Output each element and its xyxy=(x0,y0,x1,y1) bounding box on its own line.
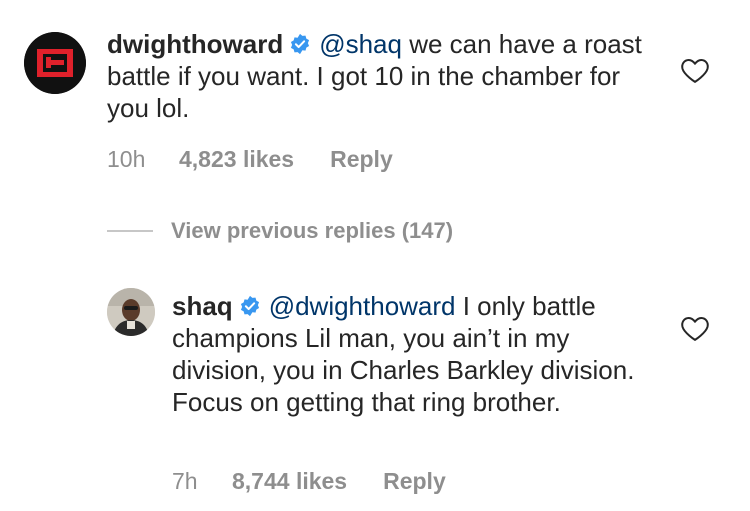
reply-button[interactable]: Reply xyxy=(330,146,393,173)
likes-count[interactable]: 8,744 likes xyxy=(232,468,347,495)
comment-text: shaq @dwighthoward I only battle champion… xyxy=(172,290,652,418)
avatar-shaq[interactable] xyxy=(107,288,155,336)
shaq-photo-icon xyxy=(107,288,155,336)
mention-link[interactable]: @shaq xyxy=(319,29,402,59)
likes-count[interactable]: 4,823 likes xyxy=(179,146,294,173)
comment-text: dwighthoward @shaq we can have a roast ba… xyxy=(107,28,667,124)
timestamp: 7h xyxy=(172,468,198,494)
timestamp: 10h xyxy=(107,146,146,172)
heart-outline-icon[interactable] xyxy=(680,314,710,342)
verified-badge-icon xyxy=(291,33,310,55)
username[interactable]: shaq xyxy=(172,291,233,321)
username[interactable]: dwighthoward xyxy=(107,29,283,59)
mention-link[interactable]: @dwighthoward xyxy=(269,291,456,321)
comment-meta: 7h 8,744 likes Reply xyxy=(172,468,446,495)
view-previous-replies-button[interactable]: View previous replies (147) xyxy=(107,218,453,244)
verified-badge-icon xyxy=(240,295,259,317)
dwighthoward-logo-icon xyxy=(24,32,86,94)
divider-line xyxy=(107,230,153,232)
heart-outline-icon[interactable] xyxy=(680,56,710,84)
view-previous-label: View previous replies (147) xyxy=(171,218,454,243)
avatar-dwighthoward[interactable] xyxy=(24,32,86,94)
reply-button[interactable]: Reply xyxy=(383,468,446,495)
comment-meta: 10h 4,823 likes Reply xyxy=(107,146,393,173)
